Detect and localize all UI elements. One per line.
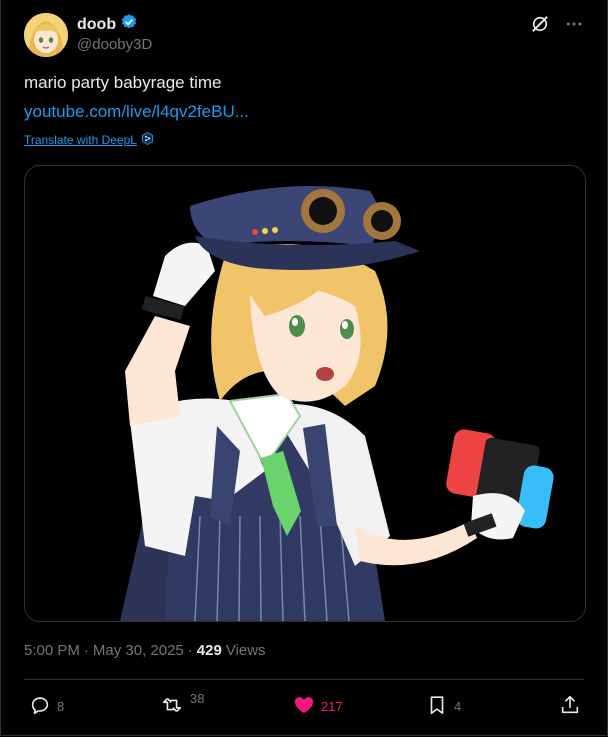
bookmark-count: 4 xyxy=(454,699,462,714)
views-count: 429 xyxy=(196,642,222,659)
like-count: 217 xyxy=(321,699,343,714)
repost-icon xyxy=(160,694,184,719)
tweet-meta: 5:00 PM · May 30, 2025 · 429 Views xyxy=(24,642,266,659)
reply-count: 8 xyxy=(57,699,65,714)
bookmark-icon xyxy=(426,694,448,719)
deepl-icon xyxy=(141,132,154,148)
share-button[interactable] xyxy=(559,694,581,719)
meta-separator: · xyxy=(83,642,89,659)
reply-button[interactable]: 8 xyxy=(29,694,64,719)
tweet-date[interactable]: May 30, 2025 xyxy=(93,642,184,659)
translate-label: Translate with DeepL xyxy=(24,133,137,147)
grok-icon[interactable] xyxy=(530,14,550,34)
more-options-icon[interactable] xyxy=(564,14,584,34)
avatar[interactable] xyxy=(24,13,68,57)
meta-separator: · xyxy=(187,642,193,659)
tweet-link[interactable]: youtube.com/live/l4qv2feBU... xyxy=(24,102,249,122)
media-image[interactable] xyxy=(24,165,586,622)
user-handle[interactable]: @dooby3D xyxy=(77,36,152,53)
display-name[interactable]: doob xyxy=(77,16,116,34)
bookmark-button[interactable]: 4 xyxy=(426,694,461,719)
divider xyxy=(24,679,584,680)
heart-filled-icon xyxy=(293,694,315,719)
views-label: Views xyxy=(225,642,266,659)
tweet-time[interactable]: 5:00 PM xyxy=(24,642,80,659)
tweet-text: mario party babyrage time xyxy=(24,73,222,92)
like-button[interactable]: 217 xyxy=(293,694,343,719)
reply-icon xyxy=(29,694,51,719)
repost-count: 38 xyxy=(190,691,205,706)
translate-button[interactable]: Translate with DeepL xyxy=(24,132,154,148)
verified-badge-icon xyxy=(120,13,138,36)
repost-button[interactable]: 38 xyxy=(160,691,205,719)
share-icon xyxy=(559,694,581,719)
